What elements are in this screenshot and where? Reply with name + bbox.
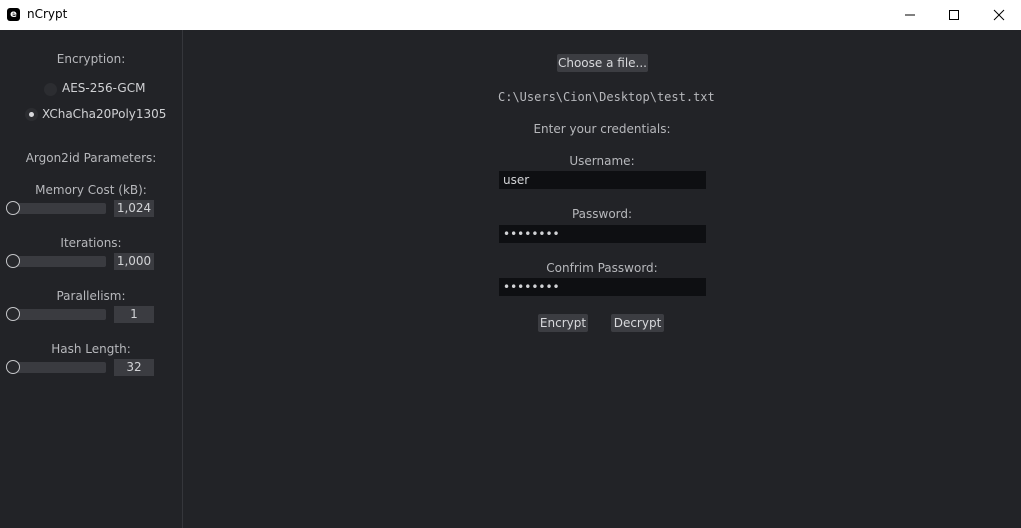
- memory-cost-label: Memory Cost (kB):: [35, 183, 147, 197]
- parallelism-slider[interactable]: [13, 309, 106, 320]
- xchacha-radio[interactable]: [25, 108, 38, 121]
- title-bar: e nCrypt: [0, 0, 1021, 30]
- aes-radio-label[interactable]: AES-256-GCM: [62, 81, 145, 95]
- hash-length-label: Hash Length:: [51, 342, 131, 356]
- minimize-button[interactable]: [887, 0, 933, 30]
- password-field[interactable]: ••••••••: [499, 225, 706, 243]
- credentials-label: Enter your credentials:: [533, 122, 671, 136]
- app-icon: e: [7, 8, 20, 21]
- close-icon: [993, 9, 1005, 21]
- parallelism-slider-handle[interactable]: [6, 307, 20, 321]
- maximize-icon: [949, 10, 959, 20]
- hash-length-slider-handle[interactable]: [6, 360, 20, 374]
- close-button[interactable]: [976, 0, 1021, 30]
- settings-sidebar: Encryption: AES-256-GCM XChaCha20Poly130…: [0, 30, 183, 528]
- decrypt-button[interactable]: Decrypt: [611, 314, 664, 332]
- username-label: Username:: [569, 154, 635, 168]
- window-title: nCrypt: [27, 7, 68, 21]
- maximize-button[interactable]: [931, 0, 977, 30]
- iterations-label: Iterations:: [60, 236, 122, 250]
- selected-file-path: C:\Users\Cion\Desktop\test.txt: [498, 90, 715, 104]
- parallelism-label: Parallelism:: [56, 289, 126, 303]
- choose-file-button[interactable]: Choose a file...: [557, 54, 648, 72]
- memory-cost-value[interactable]: 1,024: [114, 200, 154, 217]
- iterations-slider-handle[interactable]: [6, 254, 20, 268]
- aes-radio[interactable]: [44, 83, 57, 96]
- minimize-icon: [905, 14, 915, 16]
- memory-cost-slider[interactable]: [13, 203, 106, 214]
- password-label: Password:: [571, 207, 633, 221]
- xchacha-radio-label[interactable]: XChaCha20Poly1305: [42, 107, 166, 121]
- username-field[interactable]: user: [499, 171, 706, 189]
- iterations-slider[interactable]: [13, 256, 106, 267]
- argon-parameters-label: Argon2id Parameters:: [25, 151, 157, 165]
- hash-length-slider[interactable]: [13, 362, 106, 373]
- iterations-value[interactable]: 1,000: [114, 253, 154, 270]
- encryption-panel: Choose a file... C:\Users\Cion\Desktop\t…: [183, 30, 1021, 528]
- confirm-password-label: Confrim Password:: [546, 261, 658, 275]
- confirm-password-field[interactable]: ••••••••: [499, 278, 706, 296]
- encrypt-button[interactable]: Encrypt: [538, 314, 588, 332]
- parallelism-value[interactable]: 1: [114, 306, 154, 323]
- memory-cost-slider-handle[interactable]: [6, 201, 20, 215]
- hash-length-value[interactable]: 32: [114, 359, 154, 376]
- encryption-label: Encryption:: [56, 52, 126, 66]
